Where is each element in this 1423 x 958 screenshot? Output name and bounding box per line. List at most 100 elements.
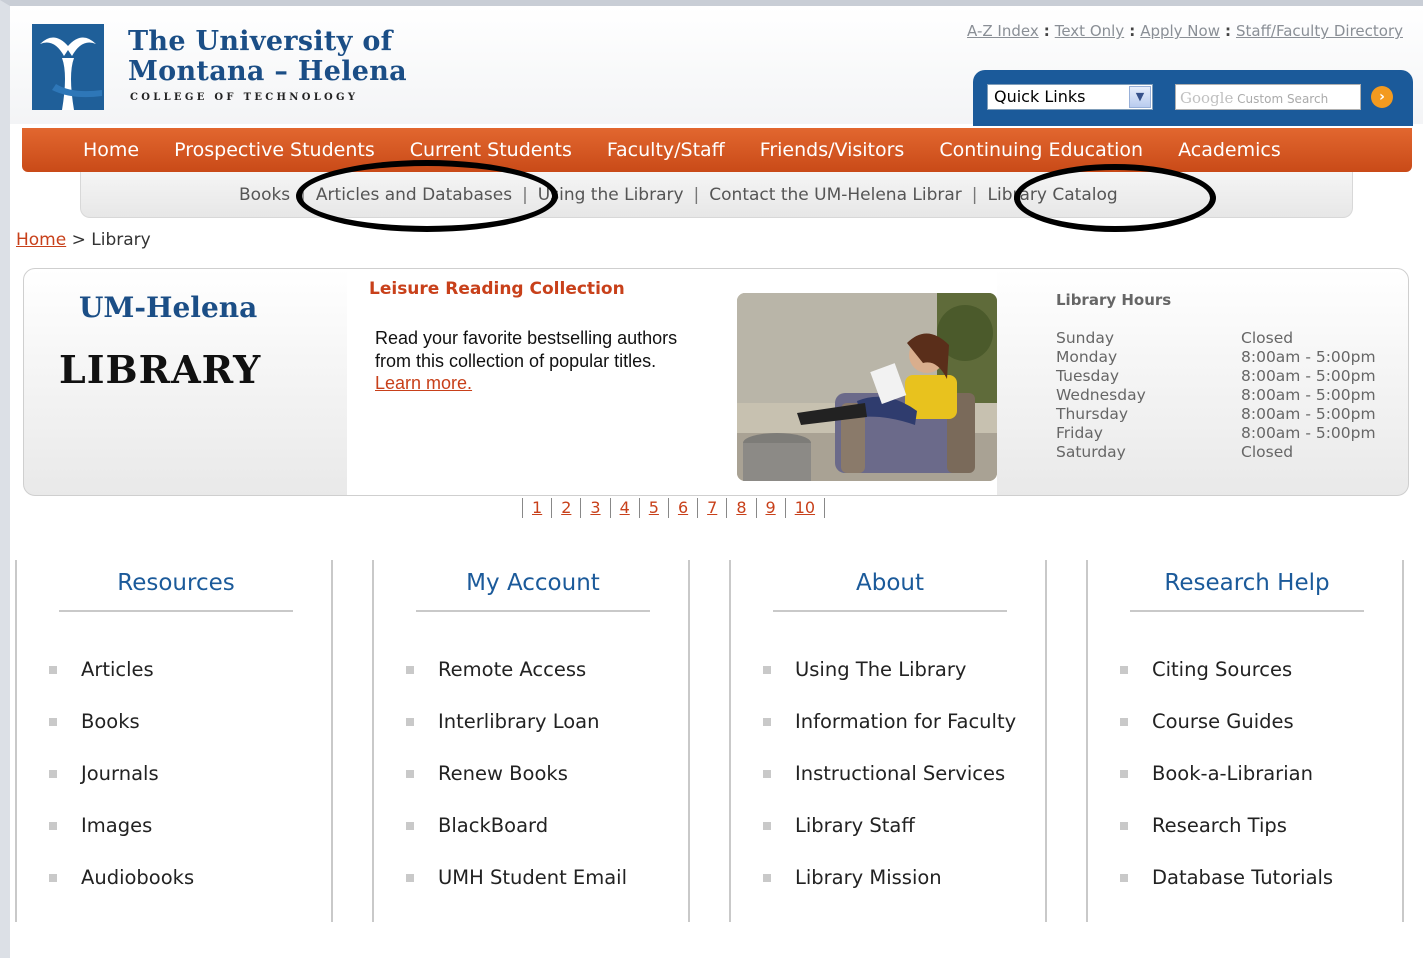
breadcrumb-current: Library xyxy=(91,230,151,250)
column-heading[interactable]: About xyxy=(773,570,1007,612)
hours-table: Sunday Closed Monday 8:00am - 5:00pm Tuesd… xyxy=(1056,329,1376,462)
hours-time: 8:00am - 5:00pm xyxy=(1241,424,1376,442)
chevron-down-icon[interactable]: ▼ xyxy=(1129,86,1151,108)
library-title-campus: UM-Helena xyxy=(79,291,258,324)
subnav-contact-library[interactable]: Contact the UM-Helena Librar xyxy=(709,185,962,205)
subnav-using-library[interactable]: Using the Library xyxy=(538,185,684,205)
pager-link-4[interactable]: 4 xyxy=(609,498,639,518)
nav-friends-visitors[interactable]: Friends/Visitors xyxy=(760,139,905,161)
nav-current-students[interactable]: Current Students xyxy=(410,139,572,161)
nav-prospective-students[interactable]: Prospective Students xyxy=(174,139,375,161)
list-item[interactable]: Database Tutorials xyxy=(1120,866,1333,918)
util-separator: : xyxy=(1129,22,1136,40)
learn-more-link[interactable]: Learn more. xyxy=(375,373,472,394)
pager-link-10[interactable]: 10 xyxy=(784,498,826,518)
list-item[interactable]: Articles xyxy=(49,658,194,710)
directory-link[interactable]: Staff/Faculty Directory xyxy=(1236,22,1403,40)
list-item[interactable]: Information for Faculty xyxy=(763,710,1016,762)
hours-time: Closed xyxy=(1241,443,1294,461)
hours-title: Library Hours xyxy=(1056,291,1172,309)
list-item[interactable]: Instructional Services xyxy=(763,762,1016,814)
nav-academics[interactable]: Academics xyxy=(1178,139,1281,161)
list-item[interactable]: Library Staff xyxy=(763,814,1016,866)
google-logo: Google xyxy=(1180,89,1234,107)
text-only-link[interactable]: Text Only xyxy=(1055,22,1124,40)
hours-row: Tuesday 8:00am - 5:00pm xyxy=(1056,367,1376,386)
hours-day: Thursday xyxy=(1056,405,1129,423)
az-index-link[interactable]: A-Z Index xyxy=(967,22,1039,40)
hours-row: Thursday 8:00am - 5:00pm xyxy=(1056,405,1376,424)
nav-faculty-staff[interactable]: Faculty/Staff xyxy=(607,139,725,161)
pager-link-2[interactable]: 2 xyxy=(551,498,580,518)
hours-day: Friday xyxy=(1056,424,1103,442)
list-item[interactable]: Journals xyxy=(49,762,194,814)
list-item[interactable]: Using The Library xyxy=(763,658,1016,710)
breadcrumb-home-link[interactable]: Home xyxy=(16,230,66,250)
library-title: LIBRARY xyxy=(59,347,262,392)
annotation-circle-catalog xyxy=(1014,164,1216,232)
search-placeholder: Custom Search xyxy=(1237,92,1329,106)
hours-row: Saturday Closed xyxy=(1056,443,1376,462)
reading-student-photo[interactable] xyxy=(737,293,997,481)
university-name-campus: Montana – Helena xyxy=(128,56,407,87)
pager-link-6[interactable]: 6 xyxy=(667,498,697,518)
utility-links: A-Z Index: Text Only: Apply Now: Staff/Facu… xyxy=(967,22,1403,40)
list-item[interactable]: Renew Books xyxy=(406,762,627,814)
column-heading[interactable]: My Account xyxy=(416,570,650,612)
list-item[interactable]: Audiobooks xyxy=(49,866,194,918)
hours-day: Wednesday xyxy=(1056,386,1146,404)
list-item[interactable]: UMH Student Email xyxy=(406,866,627,918)
list-item[interactable]: Remote Access xyxy=(406,658,627,710)
hours-time: 8:00am - 5:00pm xyxy=(1241,386,1376,404)
feature-text: Read your favorite bestselling authors f… xyxy=(375,328,678,371)
util-separator: : xyxy=(1043,22,1050,40)
list-item[interactable]: Course Guides xyxy=(1120,710,1333,762)
column-heading[interactable]: Research Help xyxy=(1130,570,1364,612)
breadcrumb-separator: > xyxy=(71,230,86,250)
hours-day: Monday xyxy=(1056,348,1118,366)
main-nav: Home Prospective Students Current Studen… xyxy=(22,128,1412,172)
pager-link-8[interactable]: 8 xyxy=(726,498,755,518)
hours-day: Sunday xyxy=(1056,329,1114,347)
list-item[interactable]: Images xyxy=(49,814,194,866)
nav-home[interactable]: Home xyxy=(83,139,139,161)
pager-link-5[interactable]: 5 xyxy=(638,498,668,518)
university-logo[interactable] xyxy=(32,24,104,110)
pager-link-9[interactable]: 9 xyxy=(755,498,785,518)
library-banner: UM-Helena LIBRARY Leisure Reading Collec… xyxy=(23,268,1409,496)
list-item[interactable]: Research Tips xyxy=(1120,814,1333,866)
hours-day: Tuesday xyxy=(1056,367,1120,385)
pager-link-3[interactable]: 3 xyxy=(580,498,609,518)
hours-time: 8:00am - 5:00pm xyxy=(1241,405,1376,423)
apply-now-link[interactable]: Apply Now xyxy=(1140,22,1220,40)
list-item[interactable]: BlackBoard xyxy=(406,814,627,866)
arrow-right-icon: › xyxy=(1379,89,1385,105)
subnav-books[interactable]: Books xyxy=(239,185,290,205)
hours-row: Wednesday 8:00am - 5:00pm xyxy=(1056,386,1376,405)
subnav-separator: | xyxy=(971,185,978,205)
util-separator: : xyxy=(1224,22,1231,40)
college-tagline: COLLEGE OF TECHNOLOGY xyxy=(130,92,359,103)
search-input[interactable]: Google Custom Search xyxy=(1175,84,1361,110)
annotation-circle-articles xyxy=(296,160,558,232)
column-research-help: Research Help Citing Sources Course Guid… xyxy=(1086,560,1404,922)
subnav-separator: | xyxy=(693,185,700,205)
pager-link-1[interactable]: 1 xyxy=(522,498,551,518)
quick-links-select[interactable]: Quick Links ▼ xyxy=(987,84,1153,110)
hours-day: Saturday xyxy=(1056,443,1126,461)
feature-title: Leisure Reading Collection xyxy=(369,279,625,299)
list-item[interactable]: Interlibrary Loan xyxy=(406,710,627,762)
list-item[interactable]: Citing Sources xyxy=(1120,658,1333,710)
search-bar: Quick Links ▼ Google Custom Search › xyxy=(973,70,1413,126)
hours-time: 8:00am - 5:00pm xyxy=(1241,348,1376,366)
list-item[interactable]: Books xyxy=(49,710,194,762)
list-item[interactable]: Library Mission xyxy=(763,866,1016,918)
column-heading[interactable]: Resources xyxy=(59,570,293,612)
hours-row: Friday 8:00am - 5:00pm xyxy=(1056,424,1376,443)
list-item[interactable]: Book-a-Librarian xyxy=(1120,762,1333,814)
site-header: The University of Montana – Helena COLLE… xyxy=(10,6,1423,126)
nav-continuing-education[interactable]: Continuing Education xyxy=(939,139,1143,161)
hours-time: 8:00am - 5:00pm xyxy=(1241,367,1376,385)
pager-link-7[interactable]: 7 xyxy=(697,498,726,518)
search-go-button[interactable]: › xyxy=(1371,86,1393,108)
